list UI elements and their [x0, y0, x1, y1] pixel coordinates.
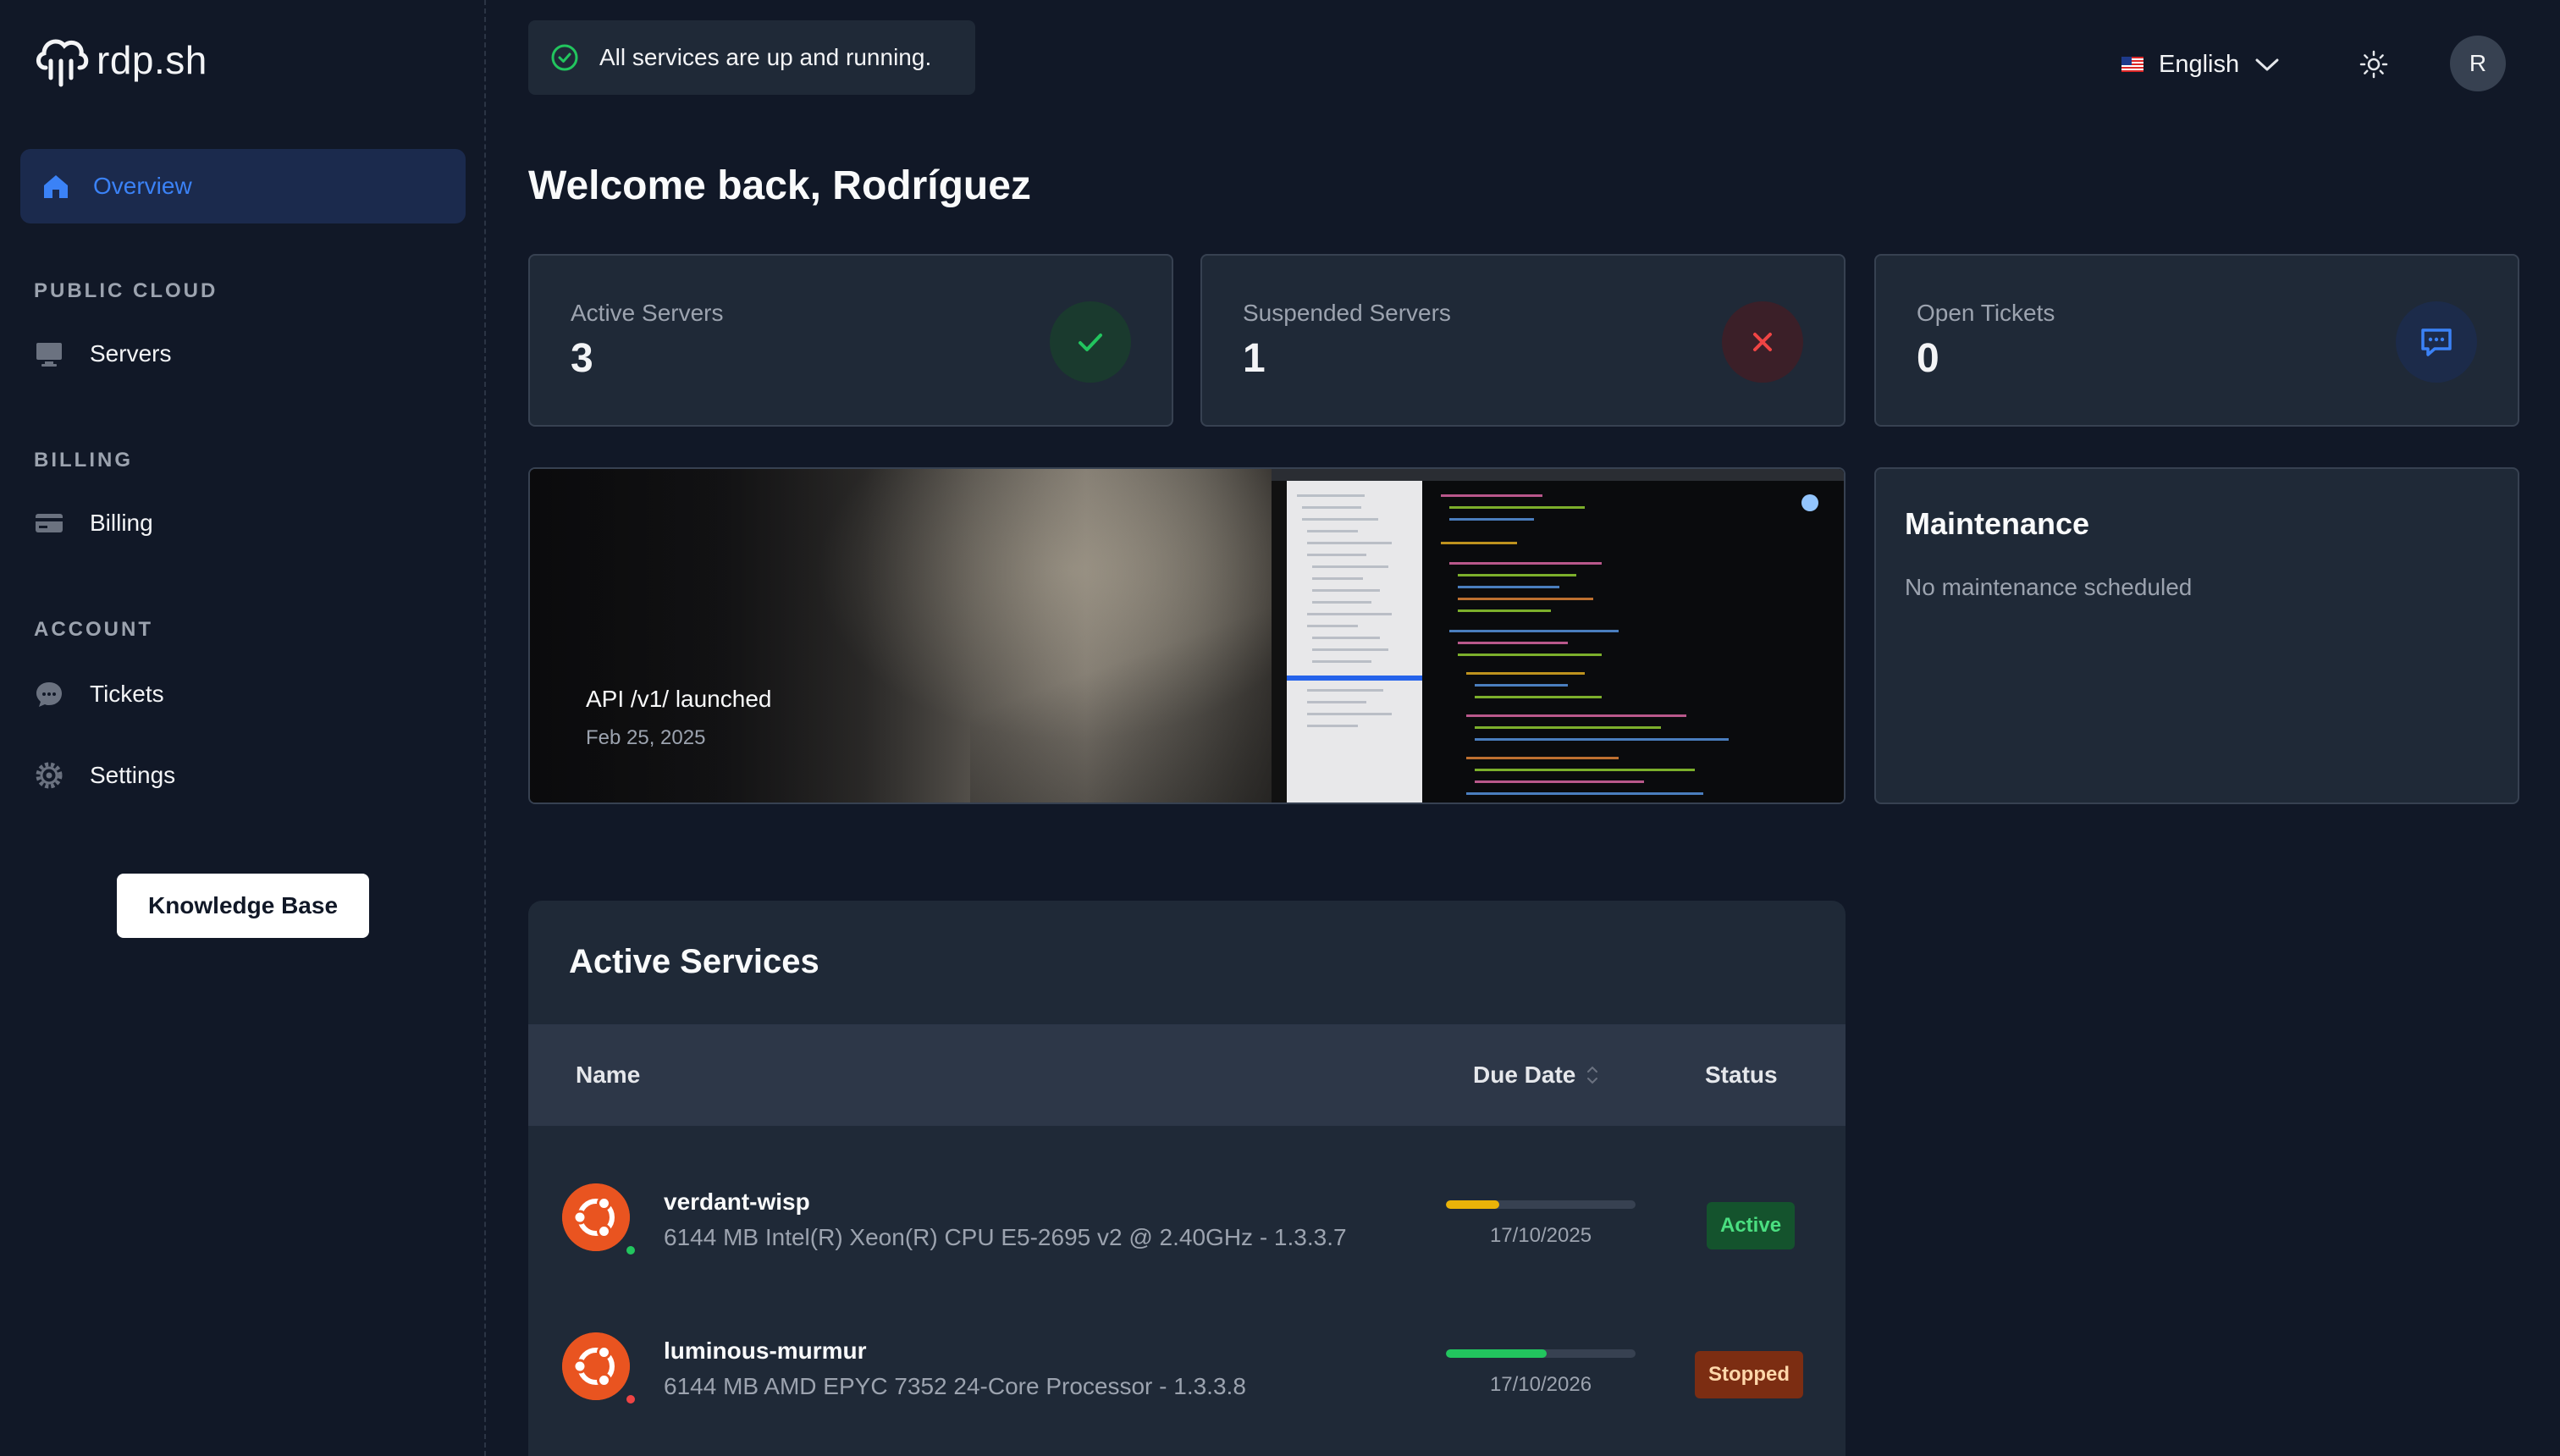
- sidebar-item-label: Billing: [90, 510, 153, 536]
- knowledge-base-button[interactable]: Knowledge Base: [117, 874, 369, 938]
- theme-toggle-button[interactable]: [2355, 46, 2392, 83]
- sidebar-item-label: Settings: [90, 762, 176, 788]
- section-title-account: ACCOUNT: [34, 618, 153, 641]
- sidebar: rdp.sh Overview PUBLIC CLOUD Servers BIL…: [0, 0, 486, 1456]
- service-name: verdant-wisp: [664, 1189, 810, 1215]
- stat-card-active-servers[interactable]: Active Servers 3: [528, 254, 1173, 427]
- chevron-down-icon: [2255, 58, 2279, 71]
- news-announcement-card[interactable]: API /v1/ launched Feb 25, 2025: [528, 467, 1846, 804]
- check-circle-icon: [551, 44, 578, 71]
- brand-logo[interactable]: rdp.sh: [32, 30, 207, 90]
- service-description: 6144 MB AMD EPYC 7352 24-Core Processor …: [664, 1373, 1246, 1399]
- section-title-billing: BILLING: [34, 449, 133, 472]
- code-editor-image: [1272, 469, 1844, 802]
- chat-bubble-icon: [36, 682, 62, 707]
- sidebar-item-label: Tickets: [90, 681, 164, 707]
- service-description: 6144 MB Intel(R) Xeon(R) CPU E5-2695 v2 …: [664, 1224, 1347, 1250]
- brand-name: rdp.sh: [97, 38, 207, 82]
- due-progress-fill: [1446, 1200, 1499, 1209]
- stat-label: Suspended Servers: [1243, 300, 1451, 326]
- due-date: 17/10/2025: [1489, 1224, 1592, 1247]
- status-badge: Active: [1707, 1202, 1796, 1249]
- language-select[interactable]: English: [2121, 44, 2280, 85]
- sidebar-item-tickets[interactable]: Tickets: [34, 669, 457, 720]
- server-status-dot: [625, 1393, 637, 1405]
- table-row[interactable]: luminous-murmur 6144 MB AMD EPYC 7352 24…: [528, 1295, 1846, 1444]
- stat-label: Active Servers: [571, 300, 724, 326]
- stat-value: 3: [571, 336, 593, 381]
- maintenance-title: Maintenance: [1905, 506, 2090, 541]
- sort-icon: [1587, 1066, 1598, 1084]
- due-progress-bar: [1446, 1200, 1636, 1209]
- server-status-dot: [625, 1244, 637, 1256]
- sidebar-item-billing[interactable]: Billing: [34, 498, 457, 549]
- stat-card-open-tickets[interactable]: Open Tickets 0: [1874, 254, 2519, 427]
- sidebar-item-settings[interactable]: Settings: [34, 750, 457, 801]
- stat-value: 0: [1917, 336, 1939, 381]
- sun-icon: [2359, 50, 2388, 79]
- news-title: API /v1/ launched: [586, 686, 772, 712]
- column-header-label: Due Date: [1473, 1062, 1576, 1088]
- table-row[interactable]: verdant-wisp 6144 MB Intel(R) Xeon(R) CP…: [528, 1146, 1846, 1295]
- sidebar-item-overview[interactable]: Overview: [20, 149, 466, 223]
- news-overlay: [530, 469, 1272, 802]
- user-avatar[interactable]: R: [2450, 36, 2506, 91]
- credit-card-icon: [36, 514, 63, 532]
- stat-card-suspended-servers[interactable]: Suspended Servers 1: [1200, 254, 1846, 427]
- monitor-icon: [36, 343, 62, 367]
- sidebar-item-label: Servers: [90, 340, 172, 367]
- check-icon: [1050, 301, 1131, 383]
- sidebar-item-label: Overview: [93, 173, 192, 199]
- language-label: English: [2159, 50, 2240, 78]
- column-header-name[interactable]: Name: [576, 1062, 640, 1089]
- column-header-due-date[interactable]: Due Date: [1473, 1062, 1601, 1089]
- message-icon: [2396, 301, 2477, 383]
- due-date: 17/10/2026: [1489, 1373, 1592, 1396]
- cloud-logo-icon: [36, 39, 89, 87]
- maintenance-card: Maintenance No maintenance scheduled: [1874, 467, 2519, 804]
- carousel-dot[interactable]: [1801, 494, 1818, 511]
- news-date: Feb 25, 2025: [586, 726, 706, 749]
- due-progress-fill: [1446, 1349, 1547, 1358]
- status-badge: Stopped: [1695, 1351, 1803, 1398]
- table-header: Name Due Date Status: [528, 1024, 1846, 1126]
- column-header-status[interactable]: Status: [1705, 1062, 1778, 1089]
- ubuntu-logo-icon: [562, 1332, 630, 1400]
- gear-icon: [36, 762, 63, 789]
- maintenance-text: No maintenance scheduled: [1905, 574, 2193, 600]
- due-progress-bar: [1446, 1349, 1636, 1358]
- us-flag-icon: [2121, 57, 2143, 72]
- system-status-banner: All services are up and running.: [528, 20, 975, 95]
- sidebar-item-servers[interactable]: Servers: [34, 328, 457, 379]
- stat-value: 1: [1243, 336, 1266, 381]
- stat-label: Open Tickets: [1917, 300, 2055, 326]
- page-title: Welcome back, Rodríguez: [528, 163, 1031, 208]
- active-services-card: Active Services Name Due Date Status ver…: [528, 901, 1846, 1456]
- ubuntu-logo-icon: [562, 1183, 630, 1251]
- x-icon: [1722, 301, 1803, 383]
- service-name: luminous-murmur: [664, 1337, 867, 1364]
- home-icon: [44, 175, 68, 198]
- active-services-title: Active Services: [569, 943, 819, 980]
- section-title-public-cloud: PUBLIC CLOUD: [34, 279, 218, 302]
- status-message: All services are up and running.: [599, 44, 932, 70]
